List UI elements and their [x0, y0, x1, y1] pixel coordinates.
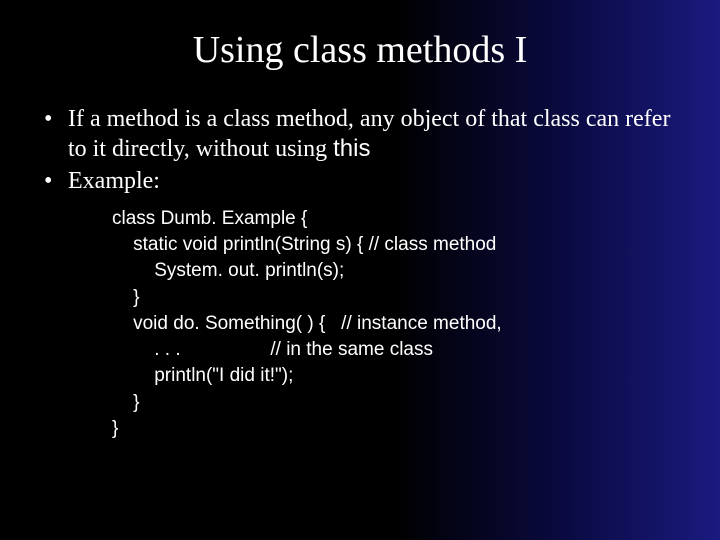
code-line-5: void do. Something( ) { // instance meth… — [112, 313, 502, 334]
code-line-8: } — [112, 392, 139, 413]
code-line-4: } — [112, 287, 139, 308]
slide-title: Using class methods I — [40, 28, 680, 72]
code-line-1: class Dumb. Example { — [112, 208, 307, 229]
code-line-6: . . . // in the same class — [112, 339, 433, 360]
bullet-1: If a method is a class method, any objec… — [40, 104, 680, 164]
code-example: class Dumb. Example { static void printl… — [112, 206, 680, 442]
code-line-3: System. out. println(s); — [112, 260, 344, 281]
code-line-2: static void println(String s) { // class… — [112, 234, 496, 255]
slide: Using class methods I If a method is a c… — [0, 0, 720, 540]
bullet-1-keyword-this: this — [333, 135, 370, 162]
code-line-9: } — [112, 418, 118, 439]
bullet-list: If a method is a class method, any objec… — [40, 104, 680, 196]
bullet-2: Example: — [40, 166, 680, 196]
code-line-7: println("I did it!"); — [112, 365, 293, 386]
